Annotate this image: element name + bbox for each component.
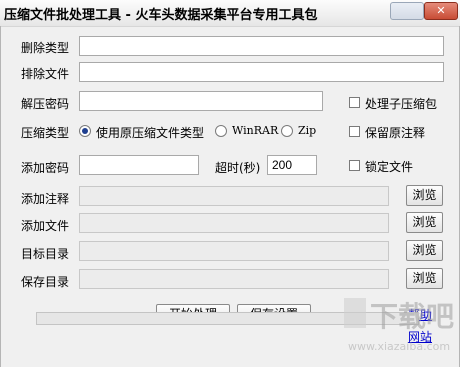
radio-zip[interactable]	[281, 125, 293, 137]
timeout-label: 超时(秒)	[215, 161, 261, 175]
browse-save-button[interactable]: 浏览	[406, 268, 443, 289]
browse-comment-button[interactable]: 浏览	[406, 185, 443, 206]
radio-original-type[interactable]	[79, 125, 91, 137]
lock-file-checkbox[interactable]	[349, 160, 360, 171]
target-dir-label: 目标目录	[21, 247, 70, 261]
add-comment-label: 添加注释	[21, 192, 70, 206]
browse-target-button[interactable]: 浏览	[406, 240, 443, 261]
close-button[interactable]: ✕	[424, 2, 458, 20]
website-link[interactable]: 网站	[408, 328, 432, 345]
exclude-files-label: 排除文件	[21, 67, 70, 81]
title-bar: 压缩文件批处理工具 - 火车头数据采集平台专用工具包 ✕	[0, 0, 460, 27]
browse-file-button[interactable]: 浏览	[406, 212, 443, 233]
radio-winrar[interactable]	[215, 125, 227, 137]
progress-bar	[36, 312, 419, 325]
target-dir-input	[79, 241, 389, 261]
window-title: 压缩文件批处理工具 - 火车头数据采集平台专用工具包	[4, 8, 318, 23]
exclude-files-input[interactable]	[79, 62, 444, 82]
add-password-label: 添加密码	[21, 161, 70, 175]
radio-zip-label: Zip	[298, 124, 317, 137]
minimize-button[interactable]	[390, 2, 424, 20]
delete-types-label: 删除类型	[21, 41, 70, 55]
unzip-password-input[interactable]	[79, 91, 323, 111]
unzip-password-label: 解压密码	[21, 97, 70, 111]
lock-file-label: 锁定文件	[365, 160, 414, 174]
radio-winrar-label: WinRAR	[232, 124, 279, 137]
radio-original-type-label: 使用原压缩文件类型	[96, 126, 205, 140]
add-password-input[interactable]	[79, 155, 199, 175]
compress-type-label: 压缩类型	[21, 126, 70, 140]
process-sub-archives-label: 处理子压缩包	[365, 97, 438, 111]
keep-comment-label: 保留原注释	[365, 126, 426, 140]
keep-comment-checkbox[interactable]	[349, 126, 360, 137]
close-icon: ✕	[436, 4, 446, 17]
add-file-label: 添加文件	[21, 219, 70, 233]
save-dir-input	[79, 269, 389, 289]
add-comment-input	[79, 186, 389, 206]
add-file-input	[79, 213, 389, 233]
process-sub-archives-checkbox[interactable]	[349, 97, 360, 108]
save-dir-label: 保存目录	[21, 275, 70, 289]
timeout-input[interactable]	[267, 155, 317, 175]
delete-types-input[interactable]	[79, 36, 444, 56]
